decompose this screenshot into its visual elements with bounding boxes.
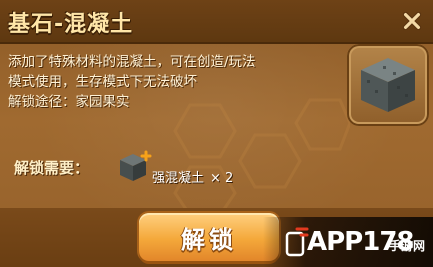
hex-pattern-decoration (173, 98, 350, 215)
material-requirement: 强混凝土 × 2 (152, 167, 233, 186)
close-button[interactable] (397, 6, 427, 36)
description-line: 解锁途径：家园果实 (8, 94, 130, 110)
unlock-requirement-label: 解锁需要： (14, 159, 90, 177)
close-icon (402, 11, 422, 31)
item-preview-frame (347, 44, 429, 126)
watermark-logo-icon (285, 227, 309, 257)
material-count: × 2 (210, 171, 234, 186)
dialog-title: 基石-混凝土 (8, 12, 134, 37)
description-line: 模式使用，生存模式下无法破坏 (8, 74, 197, 90)
item-description: 添加了特殊材料的混凝土，可在创造/玩法 模式使用，生存模式下无法破坏 解锁途径：… (8, 52, 338, 112)
description-line: 添加了特殊材料的混凝土，可在创造/玩法 (8, 54, 256, 70)
concrete-block-icon (361, 58, 415, 112)
material-name: 强混凝土 (152, 171, 205, 186)
watermark: APP178 手游网 (263, 217, 433, 267)
watermark-sub-text: 手游网 (389, 239, 426, 253)
unlock-button[interactable]: 解锁 (139, 213, 279, 261)
unlock-dialog: 基石-混凝土 添加了特殊材料的混凝土，可在创造/玩法 模式使用，生存模式下无法破… (0, 0, 433, 267)
reinforced-concrete-icon (120, 150, 152, 181)
title-bar: 基石-混凝土 (0, 0, 433, 44)
